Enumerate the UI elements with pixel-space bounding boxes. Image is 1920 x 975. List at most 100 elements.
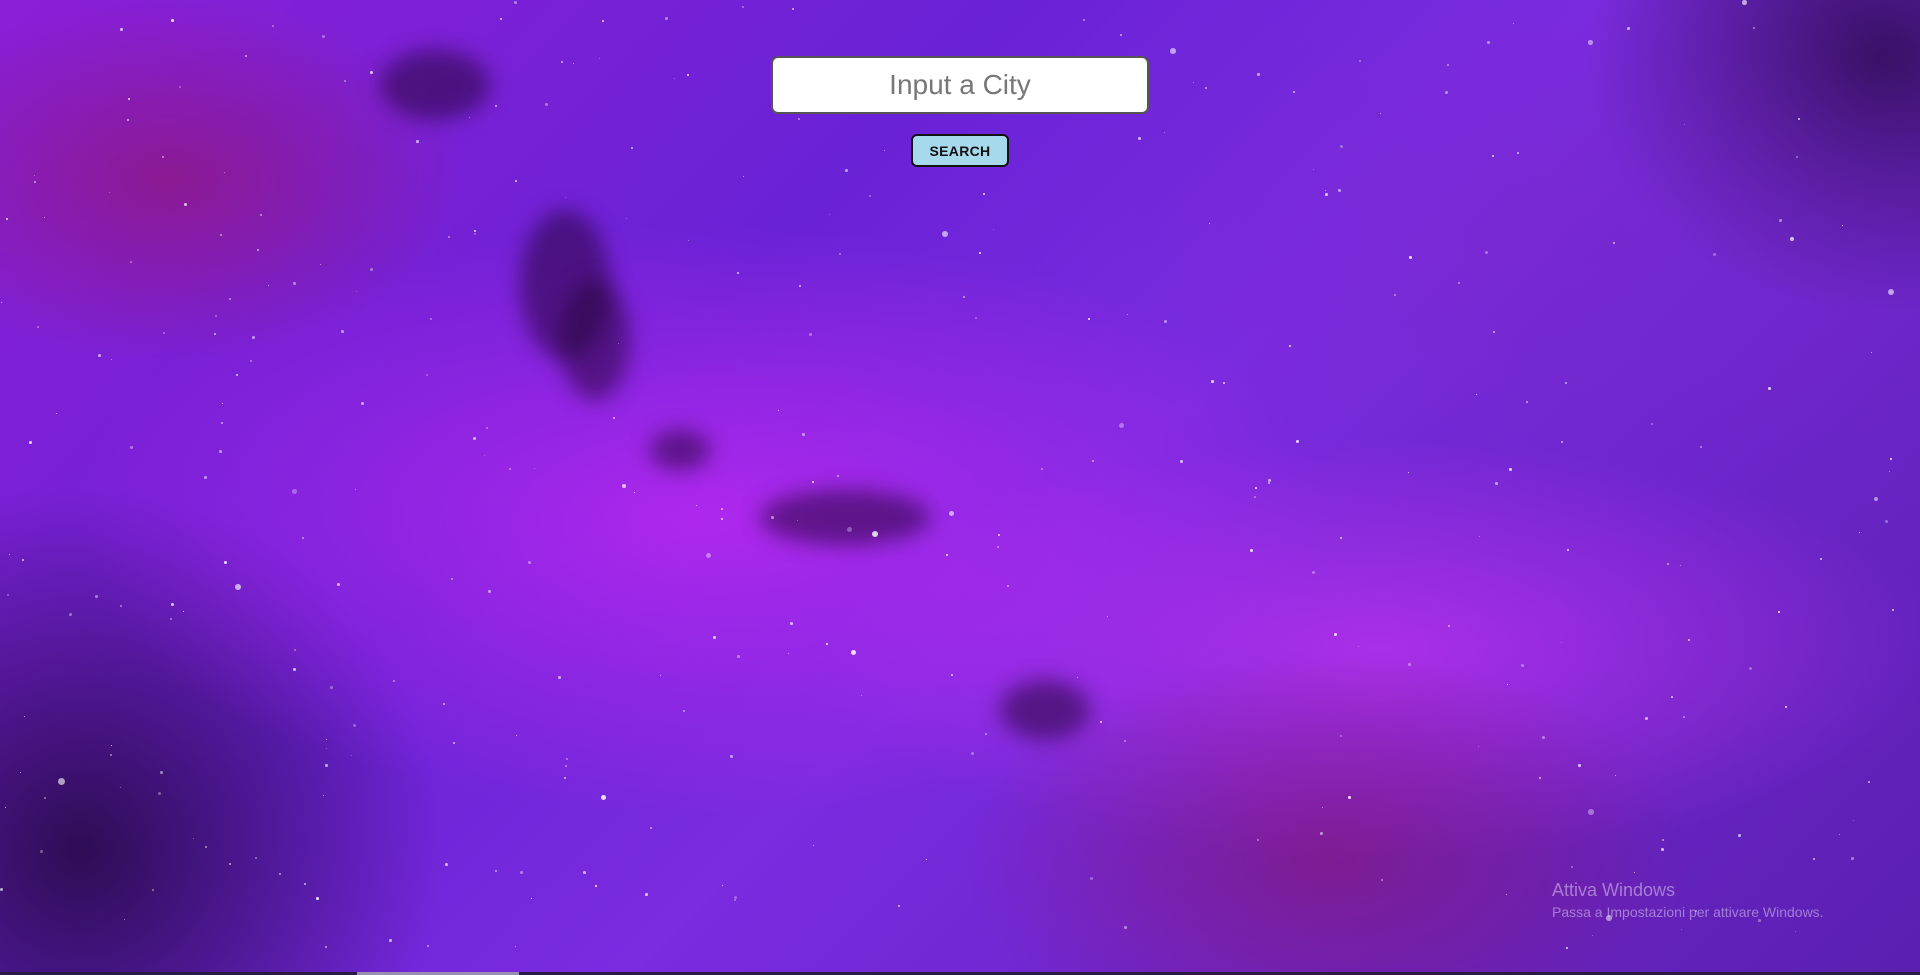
search-button[interactable]: SEARCH [911, 134, 1009, 167]
star [1223, 382, 1225, 384]
star [1567, 549, 1570, 552]
star [1325, 190, 1327, 192]
star [1124, 740, 1127, 743]
star [330, 686, 333, 689]
star [98, 354, 101, 357]
star [320, 264, 322, 266]
star [1785, 706, 1788, 709]
star [1749, 667, 1752, 670]
star [1615, 775, 1617, 777]
star [488, 590, 491, 593]
star [1565, 382, 1568, 385]
star [1889, 471, 1891, 473]
star [214, 333, 217, 336]
star [5, 807, 7, 809]
star [1651, 423, 1653, 425]
star [474, 230, 477, 233]
star [645, 893, 648, 896]
star [730, 755, 733, 758]
star [326, 739, 328, 741]
star [220, 234, 223, 237]
star [34, 181, 36, 183]
star [361, 402, 365, 406]
star [1127, 314, 1129, 316]
star [813, 845, 815, 847]
star [292, 489, 297, 494]
star [1268, 482, 1271, 485]
star [1448, 625, 1451, 628]
star [985, 733, 988, 736]
star [1671, 696, 1673, 698]
star [1495, 482, 1498, 485]
star [56, 413, 58, 415]
star [236, 374, 239, 377]
star [926, 859, 928, 861]
star [356, 291, 358, 293]
star [1526, 401, 1529, 404]
star [1790, 237, 1795, 242]
star [734, 899, 737, 902]
star [473, 437, 476, 440]
star [851, 650, 856, 655]
star [949, 511, 954, 516]
star [158, 792, 162, 796]
star [565, 197, 567, 199]
nebula-shadow [1000, 680, 1090, 740]
star [1506, 894, 1508, 896]
city-input[interactable] [771, 56, 1149, 114]
star [1325, 193, 1328, 196]
star [688, 240, 690, 242]
star [558, 676, 561, 679]
star [1859, 532, 1861, 534]
star [743, 176, 745, 178]
star [721, 508, 723, 510]
star [983, 193, 986, 196]
star [963, 296, 965, 298]
star [322, 35, 325, 38]
star [812, 481, 814, 483]
star [183, 611, 184, 612]
star [6, 218, 9, 221]
star [130, 261, 133, 264]
star [130, 446, 133, 449]
star [1120, 34, 1123, 37]
star [1334, 633, 1337, 636]
star [221, 422, 224, 425]
star [595, 885, 597, 887]
star [219, 450, 223, 454]
star [500, 18, 502, 20]
star [1768, 387, 1771, 390]
star [1842, 225, 1844, 227]
star [0, 888, 4, 892]
star [205, 846, 207, 848]
star [737, 655, 740, 658]
star [737, 272, 739, 274]
star [20, 772, 22, 774]
star [1813, 858, 1815, 860]
star [1340, 735, 1342, 737]
star [370, 268, 373, 271]
star [1662, 839, 1665, 842]
star [1209, 223, 1211, 225]
star [1381, 879, 1384, 882]
star [1476, 394, 1478, 396]
star [1479, 536, 1481, 538]
star [1257, 839, 1259, 841]
star [1409, 256, 1412, 259]
star [293, 282, 297, 286]
star [1820, 558, 1822, 560]
star [531, 898, 533, 900]
star [1890, 458, 1892, 460]
star [1358, 646, 1360, 648]
star [634, 492, 636, 494]
city-search-form: SEARCH [0, 56, 1920, 167]
star [1170, 48, 1176, 54]
star [1348, 796, 1351, 799]
star [304, 883, 306, 885]
star [516, 735, 518, 737]
star [564, 777, 567, 780]
star [163, 332, 166, 335]
star [872, 531, 879, 538]
star [1627, 27, 1630, 30]
star [120, 28, 124, 32]
